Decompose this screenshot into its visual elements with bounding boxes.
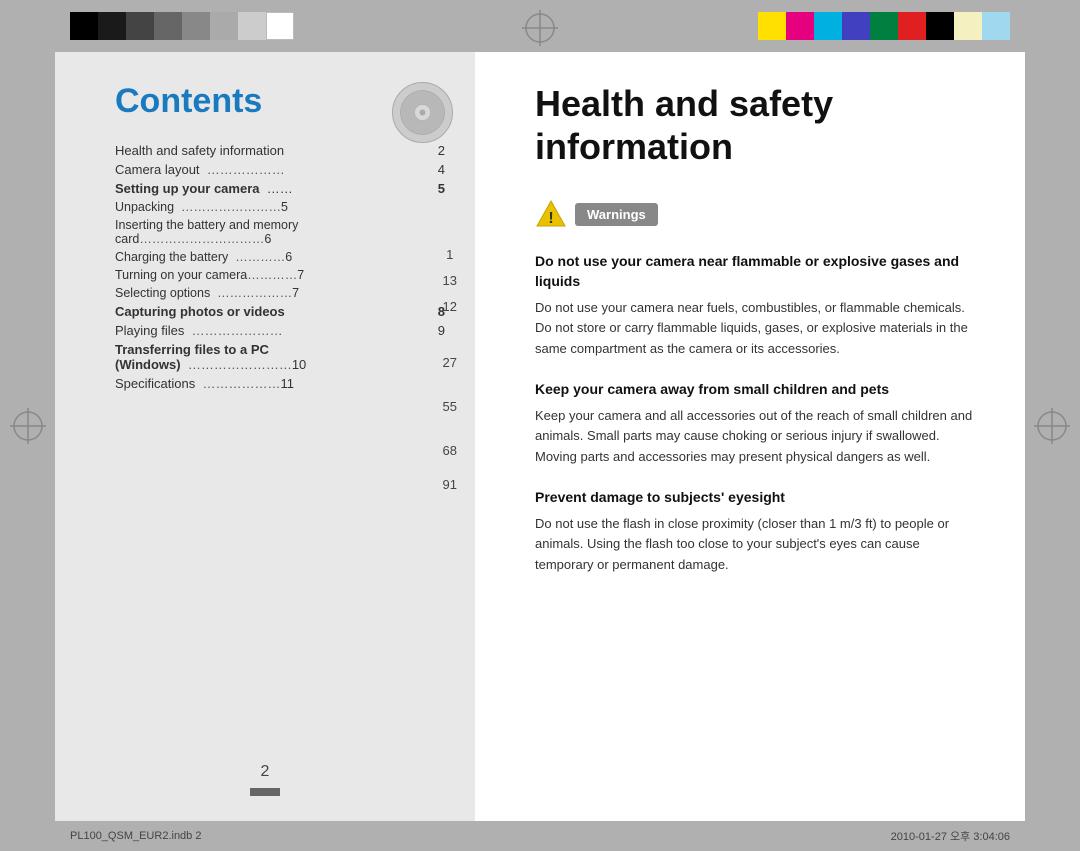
- toc-item-page: 4: [407, 160, 445, 179]
- page-number: 2: [261, 763, 270, 781]
- toc-item-page: [407, 266, 445, 284]
- color-swatch: [898, 12, 926, 40]
- toc-item-label: Unpacking ……………………5: [115, 198, 407, 216]
- color-swatch: [98, 12, 126, 40]
- registration-mark-left: [8, 406, 48, 446]
- section-text: Keep your camera and all accessories out…: [535, 406, 975, 468]
- section-text: Do not use your camera near fuels, combu…: [535, 298, 975, 360]
- color-swatch: [126, 12, 154, 40]
- color-swatch: [982, 12, 1010, 40]
- toc-row: Selecting options ………………7: [115, 284, 445, 302]
- side-numbers: 1 13 12 27 55 68 91: [443, 242, 457, 498]
- left-page: Contents Health and safety information 2…: [55, 52, 475, 821]
- section-text: Do not use the flash in close proximity …: [535, 514, 975, 576]
- section-title: Prevent damage to subjects' eyesight: [535, 488, 975, 508]
- color-swatch: [814, 12, 842, 40]
- registration-mark-right: [1032, 406, 1072, 446]
- health-section: Keep your camera away from small childre…: [535, 380, 975, 468]
- footer: PL100_QSM_EUR2.indb 2 2010-01-27 오후 3:04…: [0, 821, 1080, 851]
- side-number: 55: [443, 394, 457, 420]
- toc-row: Turning on your camera…………7: [115, 266, 445, 284]
- toc-item-page: [407, 340, 445, 374]
- page-number-bar: [250, 788, 280, 796]
- right-page: Health and safety information ! Warnings…: [475, 52, 1025, 821]
- footer-left: PL100_QSM_EUR2.indb 2: [70, 830, 891, 842]
- toc-row: Capturing photos or videos 8: [115, 302, 445, 321]
- toc-item-label: Specifications ………………11: [115, 374, 407, 393]
- toc-item-page: [407, 284, 445, 302]
- svg-text:!: !: [548, 210, 553, 227]
- side-number: 68: [443, 438, 457, 464]
- toc-item-label: Turning on your camera…………7: [115, 266, 407, 284]
- color-bar-left: [70, 12, 294, 40]
- toc-item-page: [407, 248, 445, 266]
- toc-row: Inserting the battery and memorycard……………: [115, 216, 445, 248]
- health-section: Do not use your camera near flammable or…: [535, 252, 975, 360]
- toc-item-page: [407, 374, 445, 393]
- toc-item-label: Charging the battery …………6: [115, 248, 407, 266]
- color-bar-right: [758, 12, 1010, 40]
- toc-item-label: Setting up your camera ……: [115, 179, 407, 198]
- toc-row: Specifications ………………11: [115, 374, 445, 393]
- side-number: 12: [443, 294, 457, 320]
- toc-item-label: Capturing photos or videos: [115, 302, 407, 321]
- color-swatch: [154, 12, 182, 40]
- section-title: Keep your camera away from small childre…: [535, 380, 975, 400]
- color-swatch: [842, 12, 870, 40]
- color-swatch: [238, 12, 266, 40]
- color-swatch: [786, 12, 814, 40]
- side-number: 27: [443, 350, 457, 376]
- toc-item-label: Transferring files to a PC(Windows) ……………: [115, 340, 407, 374]
- toc-row: Charging the battery …………6: [115, 248, 445, 266]
- toc-item-label: Camera layout ………………: [115, 160, 407, 179]
- color-swatch: [758, 12, 786, 40]
- side-number: 13: [443, 268, 457, 294]
- toc-item-page: 9: [407, 321, 445, 340]
- color-swatch: [70, 12, 98, 40]
- toc-item-label: Health and safety information: [115, 141, 407, 160]
- warning-icon: !: [535, 198, 567, 230]
- side-number: 91: [443, 472, 457, 498]
- toc-row: Camera layout ……………… 4: [115, 160, 445, 179]
- toc-row: Setting up your camera …… 5: [115, 179, 445, 198]
- toc-row: Transferring files to a PC(Windows) ……………: [115, 340, 445, 374]
- color-swatch: [954, 12, 982, 40]
- color-swatch: [926, 12, 954, 40]
- section-title: Do not use your camera near flammable or…: [535, 252, 975, 291]
- color-swatch: [266, 12, 294, 40]
- color-swatch: [210, 12, 238, 40]
- toc-table: Health and safety information 2 Camera l…: [115, 141, 445, 393]
- color-swatch: [870, 12, 898, 40]
- toc-item-label: Playing files …………………: [115, 321, 407, 340]
- cd-icon: [390, 80, 455, 145]
- warnings-label: Warnings: [575, 203, 658, 226]
- toc-row: Unpacking ……………………5: [115, 198, 445, 216]
- toc-item-page: 8: [407, 302, 445, 321]
- page-title: Health and safety information: [535, 82, 975, 168]
- toc-item-page: [407, 216, 445, 248]
- toc-row: Playing files ………………… 9: [115, 321, 445, 340]
- health-section: Prevent damage to subjects' eyesight Do …: [535, 488, 975, 576]
- main-container: Contents Health and safety information 2…: [55, 52, 1025, 821]
- footer-right: 2010-01-27 오후 3:04:06: [891, 828, 1010, 844]
- toc-item-page: [407, 198, 445, 216]
- side-number: 1: [443, 242, 457, 268]
- toc-item-page: 5: [407, 179, 445, 198]
- color-swatch: [182, 12, 210, 40]
- registration-mark-top: [520, 8, 560, 48]
- warnings-badge: ! Warnings: [535, 198, 975, 230]
- toc-item-label: Inserting the battery and memorycard……………: [115, 216, 407, 248]
- toc-item-label: Selecting options ………………7: [115, 284, 407, 302]
